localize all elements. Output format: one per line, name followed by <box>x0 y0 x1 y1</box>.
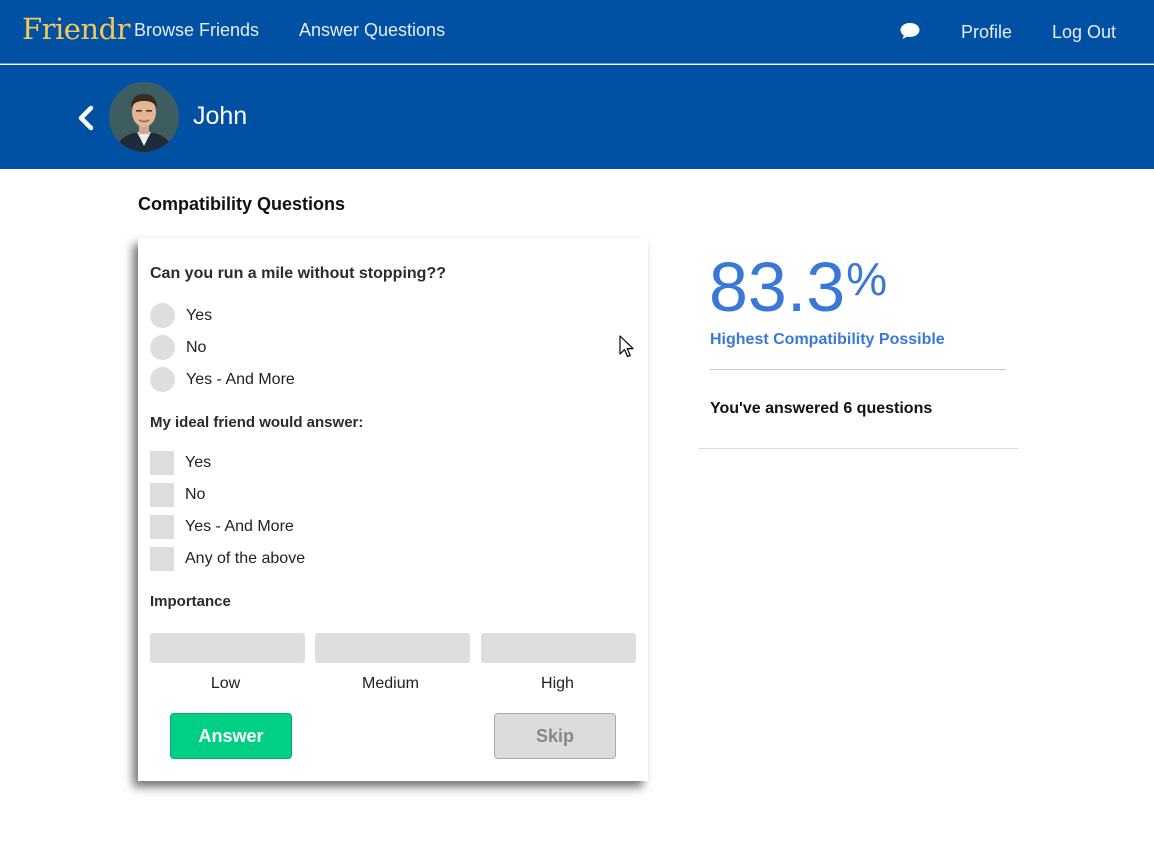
top-navbar: Friendr Browse Friends Answer Questions … <box>0 0 1154 64</box>
checkbox[interactable] <box>150 546 174 571</box>
option-label: Yes <box>186 306 213 324</box>
ideal-answer-heading: My ideal friend would answer: <box>150 414 364 431</box>
chevron-left-icon[interactable] <box>76 105 96 131</box>
nav-profile[interactable]: Profile <box>961 22 1012 43</box>
question-text: Can you run a mile without stopping?? <box>150 265 446 282</box>
ideal-option-yes-and-more[interactable]: Yes - And More <box>150 514 294 539</box>
option-label: Yes <box>185 453 212 471</box>
importance-heading: Importance <box>150 593 231 610</box>
radio-button[interactable] <box>150 303 175 328</box>
importance-medium-button[interactable] <box>315 633 470 663</box>
answer-option-no[interactable]: No <box>150 335 206 360</box>
answer-button[interactable]: Answer <box>170 713 292 759</box>
radio-button[interactable] <box>150 367 175 392</box>
option-label: Any of the above <box>185 549 306 567</box>
importance-low-button[interactable] <box>150 633 305 663</box>
option-label: No <box>186 338 207 356</box>
importance-low-label: Low <box>210 675 241 692</box>
avatar <box>109 82 179 152</box>
divider <box>710 369 1006 370</box>
checkbox[interactable] <box>150 482 174 507</box>
compatibility-percentage: 83.3% <box>709 252 887 322</box>
skip-button[interactable]: Skip <box>494 713 616 759</box>
chat-bubble-icon[interactable] <box>899 21 921 41</box>
brand-logo[interactable]: Friendr <box>22 12 131 46</box>
importance-high-label: High <box>541 675 574 692</box>
nav-answer-questions[interactable]: Answer Questions <box>299 20 445 41</box>
option-label: Yes - And More <box>185 517 294 535</box>
importance-high-button[interactable] <box>481 633 636 663</box>
profile-header: John <box>0 65 1154 169</box>
mouse-cursor-icon <box>619 335 634 358</box>
ideal-option-yes[interactable]: Yes <box>150 450 211 475</box>
option-label: Yes - And More <box>186 370 295 388</box>
compatibility-caption: Highest Compatibility Possible <box>710 331 945 348</box>
option-label: No <box>185 485 206 503</box>
answered-count: You've answered 6 questions <box>710 400 933 417</box>
question-card: Can you run a mile without stopping?? Ye… <box>138 238 648 781</box>
answer-option-yes[interactable]: Yes <box>150 303 212 328</box>
checkbox[interactable] <box>150 450 174 475</box>
checkbox[interactable] <box>150 514 174 539</box>
divider <box>698 448 1018 449</box>
page-title: Compatibility Questions <box>138 194 346 214</box>
percent-sign: % <box>846 253 888 305</box>
ideal-option-no[interactable]: No <box>150 482 205 507</box>
ideal-option-any[interactable]: Any of the above <box>150 546 305 571</box>
radio-button[interactable] <box>150 335 175 360</box>
profile-name: John <box>193 102 248 130</box>
answer-option-yes-and-more[interactable]: Yes - And More <box>150 367 295 392</box>
importance-medium-label: Medium <box>362 675 419 692</box>
nav-browse-friends[interactable]: Browse Friends <box>134 20 259 41</box>
compatibility-value: 83.3 <box>709 248 846 326</box>
nav-logout[interactable]: Log Out <box>1052 22 1116 43</box>
